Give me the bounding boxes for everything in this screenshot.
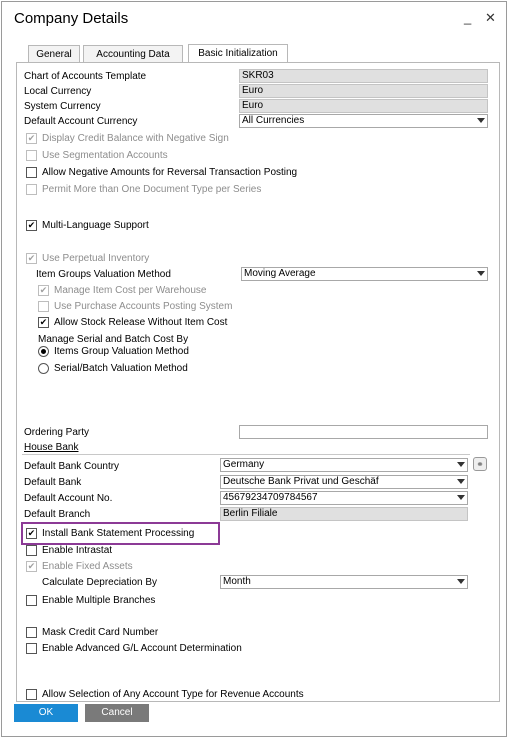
enable-multiple-branches-label: Enable Multiple Branches: [42, 595, 156, 606]
allow-negative-amounts-label: Allow Negative Amounts for Reversal Tran…: [42, 167, 298, 178]
default-bank-select[interactable]: Deutsche Bank Privat und Geschäf: [220, 475, 468, 489]
use-perpetual-inventory-label: Use Perpetual Inventory: [42, 253, 150, 264]
minimize-button[interactable]: _: [464, 10, 471, 25]
chevron-down-icon: [457, 479, 465, 484]
close-button[interactable]: ✕: [485, 10, 496, 26]
item-groups-valuation-label: Item Groups Valuation Method: [36, 269, 171, 280]
permit-multiple-doc-types-checkbox[interactable]: [26, 184, 37, 195]
chart-of-accounts-label: Chart of Accounts Template: [24, 71, 147, 82]
system-currency-label: System Currency: [24, 101, 101, 112]
enable-advanced-gl-label: Enable Advanced G/L Account Determinatio…: [42, 643, 242, 654]
multi-language-label: Multi-Language Support: [42, 220, 149, 231]
display-credit-balance-checkbox[interactable]: ✔: [26, 133, 37, 144]
chart-of-accounts-field: SKR03: [239, 69, 488, 83]
serial-batch-valuation-radio[interactable]: [38, 363, 49, 374]
window-title: Company Details: [14, 10, 129, 27]
ordering-party-label: Ordering Party: [24, 427, 90, 438]
calc-depreciation-select[interactable]: Month: [220, 575, 468, 589]
enable-fixed-assets-label: Enable Fixed Assets: [42, 561, 133, 572]
manage-item-cost-checkbox[interactable]: ✔: [38, 285, 49, 296]
default-bank-label: Default Bank: [24, 477, 82, 488]
default-bank-country-label: Default Bank Country: [24, 461, 120, 472]
chevron-down-icon: [477, 271, 485, 276]
system-currency-field: Euro: [239, 99, 488, 113]
item-groups-valuation-select[interactable]: Moving Average: [241, 267, 488, 281]
house-bank-divider: [22, 454, 470, 455]
calc-depreciation-label: Calculate Depreciation By: [42, 577, 158, 588]
local-currency-label: Local Currency: [24, 86, 92, 97]
allow-any-account-type-label: Allow Selection of Any Account Type for …: [42, 689, 304, 700]
manage-serial-batch-label: Manage Serial and Batch Cost By: [38, 334, 189, 345]
mask-credit-card-checkbox[interactable]: [26, 627, 37, 638]
use-segmentation-label: Use Segmentation Accounts: [42, 150, 168, 161]
items-group-valuation-radio[interactable]: [38, 346, 49, 357]
chevron-down-icon: [477, 118, 485, 123]
default-bank-country-select[interactable]: Germany: [220, 458, 468, 472]
enable-intrastat-checkbox[interactable]: [26, 545, 37, 556]
allow-stock-release-checkbox[interactable]: ✔: [38, 317, 49, 328]
serial-batch-valuation-label: Serial/Batch Valuation Method: [54, 363, 188, 374]
default-account-no-label: Default Account No.: [24, 493, 113, 504]
use-segmentation-checkbox[interactable]: [26, 150, 37, 161]
ok-button[interactable]: OK: [14, 704, 78, 722]
mask-credit-card-label: Mask Credit Card Number: [42, 627, 159, 638]
manage-item-cost-label: Manage Item Cost per Warehouse: [54, 285, 207, 296]
enable-advanced-gl-checkbox[interactable]: [26, 643, 37, 654]
house-bank-link[interactable]: House Bank: [24, 442, 78, 453]
default-account-no-select[interactable]: 45679234709784567: [220, 491, 468, 505]
use-purchase-accounts-checkbox[interactable]: [38, 301, 49, 312]
enable-multiple-branches-checkbox[interactable]: [26, 595, 37, 606]
items-group-valuation-label: Items Group Valuation Method: [54, 346, 189, 357]
allow-negative-amounts-checkbox[interactable]: [26, 167, 37, 178]
allow-stock-release-label: Allow Stock Release Without Item Cost: [54, 317, 228, 328]
chevron-down-icon: [457, 462, 465, 467]
local-currency-field: Euro: [239, 84, 488, 98]
use-purchase-accounts-label: Use Purchase Accounts Posting System: [54, 301, 233, 312]
install-bank-statement-checkbox[interactable]: ✔: [26, 528, 37, 539]
chevron-down-icon: [457, 495, 465, 500]
default-account-currency-select[interactable]: All Currencies: [239, 114, 488, 128]
install-bank-statement-label: Install Bank Statement Processing: [42, 528, 195, 539]
permit-multiple-doc-types-label: Permit More than One Document Type per S…: [42, 184, 262, 195]
enable-fixed-assets-checkbox[interactable]: ✔: [26, 561, 37, 572]
chevron-down-icon: [457, 579, 465, 584]
title-bar: Company Details _ ✕: [2, 2, 506, 36]
allow-any-account-type-checkbox[interactable]: [26, 689, 37, 700]
default-branch-label: Default Branch: [24, 509, 91, 520]
cancel-button[interactable]: Cancel: [85, 704, 149, 722]
enable-intrastat-label: Enable Intrastat: [42, 545, 113, 556]
tab-basic-initialization[interactable]: Basic Initialization: [188, 44, 288, 64]
multi-language-checkbox[interactable]: ✔: [26, 220, 37, 231]
display-credit-balance-label: Display Credit Balance with Negative Sig…: [42, 133, 229, 144]
default-branch-field: Berlin Filiale: [220, 507, 468, 521]
link-icon[interactable]: ⚭: [473, 457, 487, 471]
use-perpetual-inventory-checkbox[interactable]: ✔: [26, 253, 37, 264]
default-account-currency-label: Default Account Currency: [24, 116, 138, 127]
ordering-party-field[interactable]: [239, 425, 488, 439]
